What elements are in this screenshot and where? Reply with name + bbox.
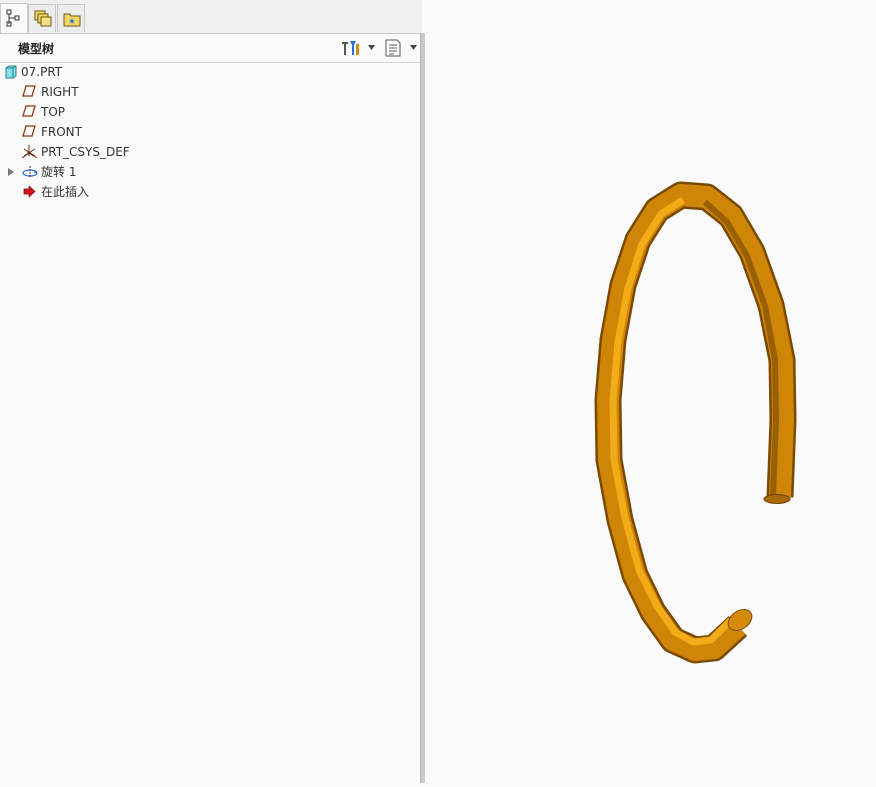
part-icon [5,65,17,79]
tree-root-07-prt[interactable]: 07.PRT [0,62,420,82]
panel-header: 模型树 [0,34,420,63]
tree-item-prt-csys-def[interactable]: PRT_CSYS_DEF [0,142,420,162]
model-tree-tab[interactable] [0,3,28,34]
revolve-icon [22,166,38,178]
datum-plane-icon [22,85,36,97]
coordinate-system-icon [21,145,38,159]
tree-item-label: RIGHT [41,85,79,99]
expand-arrow-icon[interactable] [8,168,14,176]
tree-item-front[interactable]: FRONT [0,122,420,142]
panel-title: 模型树 [18,42,55,56]
list-icon [385,39,401,57]
tree-item-insert-here[interactable]: 在此插入 [0,182,420,202]
tree-item-top[interactable]: TOP [0,102,420,122]
tree-item-label: FRONT [41,125,82,139]
favorites-tab[interactable] [57,4,85,32]
datum-plane-icon [22,105,36,117]
layers-tab[interactable] [28,4,56,32]
tree-item-label: PRT_CSYS_DEF [41,145,130,159]
open-ring-model[interactable] [425,0,876,783]
tree-item-label: 在此插入 [41,185,90,199]
graphics-viewport[interactable] [425,0,876,783]
tree-item-label: 旋转 1 [41,165,77,179]
tree-item-label: 07.PRT [21,65,63,79]
tree-settings-button[interactable] [340,39,378,57]
layers-icon [34,10,52,27]
chevron-down-icon [410,45,417,50]
navigator-tabs [0,0,422,34]
tree-icon [6,9,20,27]
tree-item-revolve-1[interactable]: 旋转 1 [0,162,420,182]
tree-item-right[interactable]: RIGHT [0,82,420,102]
datum-plane-icon [22,125,36,137]
chevron-down-icon [368,45,375,50]
tree-show-button[interactable] [384,39,420,57]
insert-arrow-icon [23,185,36,198]
folder-star-icon [63,13,81,27]
tools-icon [342,41,359,55]
tree-item-label: TOP [41,105,66,119]
